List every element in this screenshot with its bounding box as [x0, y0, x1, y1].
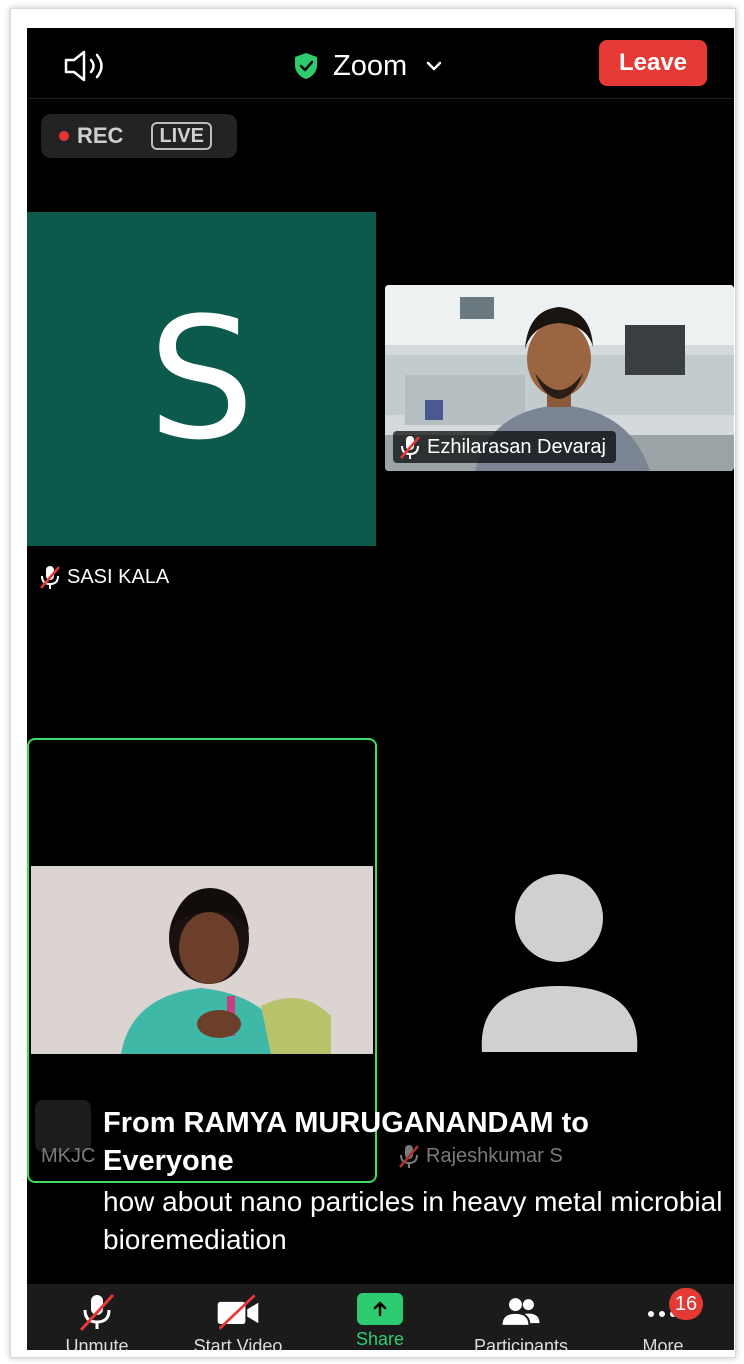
participant-tile-ezhilarasan[interactable]: Ezhilarasan Devaraj	[385, 285, 734, 471]
unmute-button[interactable]: Unmute	[27, 1284, 167, 1350]
shield-check-icon	[295, 53, 317, 79]
participants-button[interactable]: Participants	[451, 1284, 591, 1350]
chat-message-text: how about nano particles in heavy metal …	[103, 1186, 723, 1255]
recording-status[interactable]: REC LIVE	[41, 114, 237, 158]
zoom-meeting-screen: Zoom Leave REC LIVE S SASI KALA Ezhilara…	[27, 28, 734, 1350]
header-divider	[27, 98, 734, 99]
start-video-label: Start Video	[193, 1336, 283, 1350]
more-button[interactable]: 16 More	[593, 1284, 733, 1350]
participant-label-ezhilarasan: Ezhilarasan Devaraj	[393, 431, 616, 463]
leave-button[interactable]: Leave	[599, 40, 707, 86]
rec-label: REC	[77, 123, 124, 148]
participant-name-sasi-row: SASI KALA	[39, 564, 169, 590]
participants-icon	[497, 1292, 545, 1332]
share-label: Share	[355, 1329, 405, 1349]
participant-tile-sasi[interactable]: S	[27, 212, 376, 546]
chevron-down-icon	[426, 61, 442, 71]
unmute-label: Unmute	[65, 1336, 129, 1350]
live-badge: LIVE	[151, 122, 212, 150]
more-notification-badge: 16	[669, 1288, 703, 1320]
avatar-placeholder-icon	[481, 874, 638, 1052]
speaker-icon[interactable]	[63, 48, 113, 84]
participant-name-ramya: MKJC	[41, 1145, 96, 1167]
meeting-title: Zoom	[333, 49, 408, 82]
participant-name-sasi: SASI KALA	[67, 565, 170, 588]
video-off-icon	[214, 1292, 262, 1332]
participant-name-ezhilarasan: Ezhilarasan Devaraj	[427, 435, 606, 458]
participant-initial: S	[148, 281, 255, 477]
chat-sender-line: From RAMYA MURUGANANDAM to Everyone	[103, 1107, 589, 1177]
participants-label: Participants	[473, 1336, 569, 1350]
more-dots-icon: 16	[639, 1288, 703, 1332]
participant-video-active-speaker	[31, 866, 373, 1054]
share-button[interactable]: Share	[310, 1284, 450, 1350]
recording-dot-icon	[59, 131, 69, 141]
meeting-title-dropdown[interactable]: Zoom	[293, 46, 443, 86]
share-up-arrow-icon	[356, 1292, 404, 1325]
more-label: More	[642, 1336, 684, 1350]
start-video-button[interactable]: Start Video	[168, 1284, 308, 1350]
mic-muted-icon	[73, 1292, 121, 1332]
meeting-toolbar: Unmute Start Video Share Participants 16…	[27, 1284, 734, 1350]
mic-muted-icon	[40, 566, 60, 589]
mic-muted-icon	[400, 436, 420, 459]
